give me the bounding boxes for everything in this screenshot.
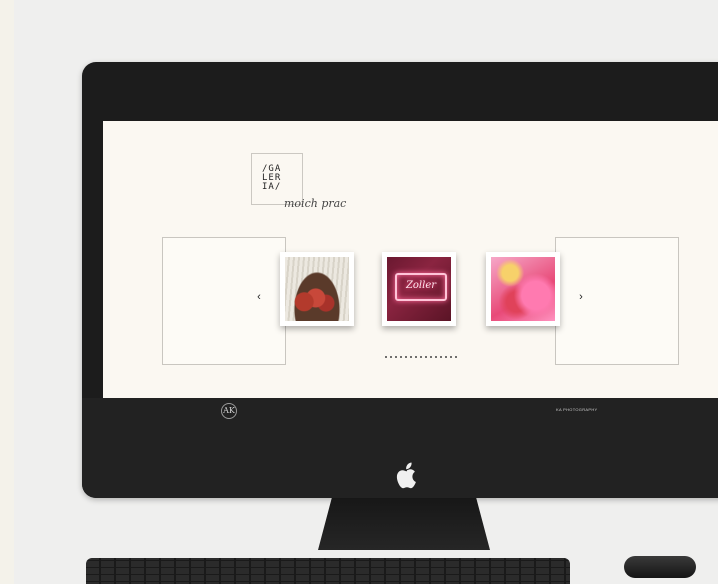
pager-dot[interactable] [430,356,432,358]
gallery-thumbnail-2[interactable]: Zoller [382,252,456,326]
pager-dot[interactable] [445,356,447,358]
gallery-thumbnail-1[interactable] [280,252,354,326]
pager-dot[interactable] [420,356,422,358]
carousel-pager [385,354,457,360]
apples-photo [285,257,349,321]
pink-abstract-photo [491,257,555,321]
pager-dot[interactable] [425,356,427,358]
pager-dot[interactable] [410,356,412,358]
neon-sign-text: Zoller [395,273,447,301]
gallery-screen: /GA LER IA/ moich prac ‹ › Zoller [103,121,718,398]
carousel-prev-button[interactable]: ‹ [251,289,267,305]
pink-abstract-image [491,257,555,321]
gallery-subtitle: moich prac [284,197,347,210]
carousel-next-button[interactable]: › [573,289,589,305]
ak-logo-icon[interactable]: AK [221,403,237,419]
monitor-stand [318,498,490,550]
pager-dot[interactable] [450,356,452,358]
bezel-caption: KA PHOTOGRAPHY [556,407,598,412]
keyboard [86,558,570,584]
neon-image: Zoller [387,257,451,321]
carousel-frame-left [162,237,286,365]
mouse [624,556,696,578]
background-strip [0,0,14,584]
pager-dot[interactable] [415,356,417,358]
pager-dot[interactable] [400,356,402,358]
neon-sign-photo: Zoller [387,257,451,321]
pager-dot[interactable] [395,356,397,358]
desktop-scene: /GA LER IA/ moich prac ‹ › Zoller AK KA … [0,0,718,584]
pager-dot[interactable] [455,356,457,358]
pager-dot[interactable] [390,356,392,358]
apple-logo-icon [396,462,416,489]
pager-dot[interactable] [435,356,437,358]
pager-dot[interactable] [385,356,387,358]
gallery-logo-text: /GA LER IA/ [262,165,296,192]
apples-image [285,257,349,321]
gallery-thumbnail-3[interactable] [486,252,560,326]
pager-dot[interactable] [405,356,407,358]
pager-dot[interactable] [440,356,442,358]
logo-line-3: IA/ [262,182,282,192]
